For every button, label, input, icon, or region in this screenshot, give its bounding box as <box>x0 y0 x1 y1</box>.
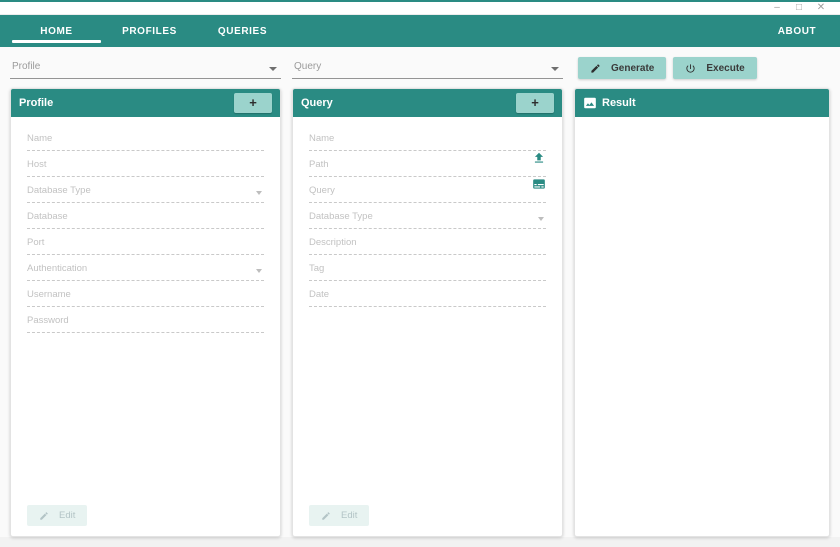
profile-select[interactable]: Profile <box>10 59 281 79</box>
profile-card: Profile + Name Host Database Type Databa… <box>10 88 281 537</box>
result-card: Result <box>574 88 830 537</box>
profile-username-field[interactable]: Username <box>27 281 264 307</box>
profile-authentication-select[interactable]: Authentication <box>27 255 264 281</box>
tab-about[interactable]: ABOUT <box>762 15 832 47</box>
field-label: Query <box>309 185 335 196</box>
close-icon[interactable]: ✕ <box>810 3 832 13</box>
field-label: Name <box>309 133 335 144</box>
query-card-body: Name Path Query Database Type Descriptio… <box>293 117 562 307</box>
profile-port-field[interactable]: Port <box>27 229 264 255</box>
profile-name-field[interactable]: Name <box>27 125 264 151</box>
query-edit-button-label: Edit <box>341 510 358 521</box>
tab-queries[interactable]: QUERIES <box>196 15 289 47</box>
profile-card-header: Profile + <box>11 89 280 117</box>
field-label: Username <box>27 289 71 300</box>
profile-card-body: Name Host Database Type Database Port Au… <box>11 117 280 333</box>
pencil-icon <box>321 511 331 521</box>
toolbar: Profile Query Generate Execute <box>0 47 840 88</box>
add-query-button[interactable]: + <box>516 93 554 113</box>
nav-bar: HOME PROFILES QUERIES ABOUT <box>0 15 840 47</box>
chevron-down-icon <box>256 191 262 195</box>
maximize-icon[interactable]: □ <box>788 3 810 13</box>
execute-button-label: Execute <box>706 62 745 74</box>
query-description-field[interactable]: Description <box>309 229 546 255</box>
query-select-underline <box>292 78 563 79</box>
window-titlebar: – □ ✕ <box>0 2 840 15</box>
profile-password-field[interactable]: Password <box>27 307 264 333</box>
field-label: Tag <box>309 263 325 274</box>
chevron-down-icon <box>269 67 277 71</box>
execute-button[interactable]: Execute <box>673 57 757 79</box>
field-label: Host <box>27 159 47 170</box>
field-label: Password <box>27 315 69 326</box>
profile-select-underline <box>10 78 281 79</box>
result-card-title: Result <box>602 97 636 109</box>
minimize-icon[interactable]: – <box>766 3 788 13</box>
query-select-placeholder: Query <box>294 61 322 72</box>
query-card-header: Query + <box>293 89 562 117</box>
tab-profiles[interactable]: PROFILES <box>103 15 196 47</box>
profile-edit-button-label: Edit <box>59 510 76 521</box>
field-label: Path <box>309 159 329 170</box>
result-card-body <box>575 117 829 125</box>
chevron-down-icon <box>256 269 262 273</box>
generate-button[interactable]: Generate <box>578 57 667 79</box>
field-label: Database Type <box>309 211 373 222</box>
profile-database-field[interactable]: Database <box>27 203 264 229</box>
profile-card-title: Profile <box>19 97 54 109</box>
query-name-field[interactable]: Name <box>309 125 546 151</box>
power-icon <box>685 63 696 74</box>
pencil-icon <box>39 511 49 521</box>
chevron-down-icon <box>538 217 544 221</box>
cards-row: Profile + Name Host Database Type Databa… <box>0 88 840 537</box>
field-label: Name <box>27 133 53 144</box>
add-profile-button[interactable]: + <box>234 93 272 113</box>
field-label: Date <box>309 289 330 300</box>
query-database-type-select[interactable]: Database Type <box>309 203 546 229</box>
field-label: Authentication <box>27 263 88 274</box>
generate-button-label: Generate <box>611 62 655 74</box>
query-date-field[interactable]: Date <box>309 281 546 307</box>
result-card-header: Result <box>575 89 829 117</box>
profile-select-placeholder: Profile <box>12 61 41 72</box>
query-query-field[interactable]: Query <box>309 177 546 203</box>
query-card: Query + Name Path Query Database Type De… <box>292 88 563 537</box>
field-label: Database Type <box>27 185 91 196</box>
subtitles-icon[interactable] <box>532 177 546 196</box>
profile-database-type-select[interactable]: Database Type <box>27 177 264 203</box>
action-buttons: Generate Execute <box>578 57 757 79</box>
chevron-down-icon <box>551 67 559 71</box>
query-select[interactable]: Query <box>292 59 563 79</box>
field-label: Database <box>27 211 68 222</box>
profile-host-field[interactable]: Host <box>27 151 264 177</box>
profile-edit-button[interactable]: Edit <box>27 505 88 526</box>
field-label: Description <box>309 237 357 248</box>
query-tag-field[interactable]: Tag <box>309 255 546 281</box>
image-icon <box>583 96 597 110</box>
upload-icon[interactable] <box>532 151 546 170</box>
field-label: Port <box>27 237 45 248</box>
tab-home[interactable]: HOME <box>10 15 103 47</box>
query-edit-button[interactable]: Edit <box>309 505 370 526</box>
query-path-field[interactable]: Path <box>309 151 546 177</box>
query-card-title: Query <box>301 97 333 109</box>
pencil-icon <box>590 63 601 74</box>
